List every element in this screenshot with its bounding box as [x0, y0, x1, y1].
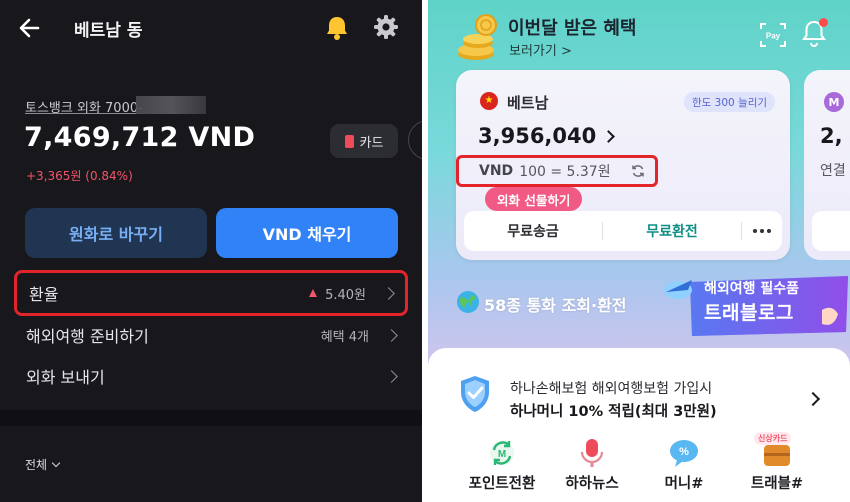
insurance-promo-line2[interactable]: 하나머니 10% 적립(최대 3만원): [510, 400, 717, 421]
country-name: 베트남: [507, 94, 549, 112]
svg-text:%: %: [679, 446, 689, 458]
next-card-amount: 2,: [820, 124, 843, 148]
chevron-right-icon: [385, 328, 398, 342]
chevron-right-icon: [602, 129, 616, 143]
menu-row-exchange-rate[interactable]: 환율 5.40원: [14, 270, 408, 316]
point-exchange-icon: M: [485, 436, 519, 470]
page-title: 베트남 동: [74, 21, 143, 41]
shield-check-icon: [458, 374, 492, 414]
menu-row-send-foreign-currency[interactable]: 외화 보내기: [14, 353, 408, 399]
currency-lookup-link[interactable]: 58종 통화 조회·환전: [484, 292, 627, 316]
convert-to-krw-button[interactable]: 원화로 바꾸기: [25, 208, 207, 258]
card-icon: [344, 134, 354, 148]
trend-up-icon: [309, 289, 318, 297]
notification-dot: [819, 18, 828, 27]
amount-value: 3,956,040: [478, 124, 597, 148]
card-button-label: 카드: [359, 135, 384, 151]
pay-scan-icon[interactable]: Pay: [760, 22, 786, 48]
rate-currency: VND: [479, 163, 514, 179]
gift-currency-pill[interactable]: 외화 선물하기: [485, 187, 583, 211]
account-name[interactable]: 토스뱅크 외화 7000-: [25, 97, 143, 116]
service-money[interactable]: % 머니#: [639, 436, 729, 502]
card-button[interactable]: 카드: [330, 124, 398, 158]
rate-text: 100 = 5.37원: [519, 164, 611, 180]
service-haha-news[interactable]: 하하뉴스: [547, 436, 637, 502]
service-label: 포인트전환: [468, 476, 536, 492]
partial-circle-button[interactable]: [408, 120, 422, 160]
section-divider: [0, 410, 422, 426]
balance-change: +3,365원 (0.84%): [26, 169, 133, 183]
service-label: 트래블#: [750, 476, 804, 492]
menu-row-label: 해외여행 준비하기: [26, 327, 149, 346]
travel-banner-line1: 해외여행 필수품: [704, 281, 800, 297]
chevron-down-icon: [51, 458, 61, 468]
service-travel[interactable]: 신상카드 트래블#: [732, 432, 822, 502]
menu-row-label: 환율: [29, 285, 59, 304]
limit-increase-badge[interactable]: 한도 300 늘리기: [684, 92, 776, 112]
account-balance: 7,469,712 VND: [24, 122, 256, 153]
next-card-avatar: M: [824, 92, 844, 112]
svg-text:M: M: [498, 449, 506, 460]
refresh-icon[interactable]: [631, 164, 645, 178]
back-arrow-icon[interactable]: [16, 14, 44, 42]
free-transfer-button[interactable]: 무료송금: [464, 221, 602, 241]
insurance-promo-line1[interactable]: 하나손해보험 해외여행보험 가입시: [510, 378, 712, 398]
globe-icon: [456, 290, 480, 314]
more-options-icon[interactable]: [742, 229, 782, 233]
chevron-right-icon: [385, 369, 398, 383]
pay-icon-label: Pay: [766, 32, 781, 41]
coins-icon: [456, 12, 502, 62]
exchange-rate-value: 5.40원: [325, 287, 366, 303]
bell-icon[interactable]: [322, 13, 352, 43]
free-exchange-button[interactable]: 무료환전: [603, 221, 741, 241]
fill-vnd-button[interactable]: VND 채우기: [216, 208, 398, 258]
travel-banner-line2: 트래블로그: [704, 302, 794, 324]
filter-label: 전체: [25, 458, 48, 472]
menu-row-label: 외화 보내기: [26, 368, 105, 387]
money-bubble-icon: %: [667, 436, 701, 470]
service-point-exchange[interactable]: M 포인트전환: [457, 436, 547, 502]
vietnam-flag-icon: ★: [480, 92, 498, 110]
microphone-icon: [575, 436, 609, 470]
benefit-count: 혜택 4개: [320, 329, 369, 345]
currency-amount[interactable]: 3,956,040: [478, 124, 616, 148]
benefit-banner-title[interactable]: 이번달 받은 혜택: [508, 14, 636, 40]
masked-account-number: [136, 96, 206, 114]
right-app-screen: 이번달 받은 혜택 보러가기 > Pay ★ 베트남 한도 300 늘리기 3,…: [428, 0, 850, 502]
left-app-screen: 베트남 동 토스뱅크 외화 7000- 7,469,712 VND +3,365…: [0, 0, 422, 502]
filter-dropdown[interactable]: 전체: [25, 456, 61, 473]
benefit-banner-link[interactable]: 보러가기 >: [509, 40, 572, 59]
exchange-rate-highlight: VND 100 = 5.37원: [456, 155, 658, 187]
next-card-label: 연결: [820, 163, 846, 179]
new-card-tag: 신상카드: [754, 432, 792, 445]
next-card-action-bar: [812, 211, 850, 251]
menu-row-travel-prep[interactable]: 해외여행 준비하기 혜택 4개: [14, 312, 408, 358]
chevron-right-icon: [382, 286, 395, 300]
card-action-bar: 무료송금 무료환전: [464, 211, 782, 251]
gear-icon[interactable]: [372, 13, 400, 41]
service-label: 하하뉴스: [565, 476, 619, 492]
service-label: 머니#: [664, 476, 704, 492]
